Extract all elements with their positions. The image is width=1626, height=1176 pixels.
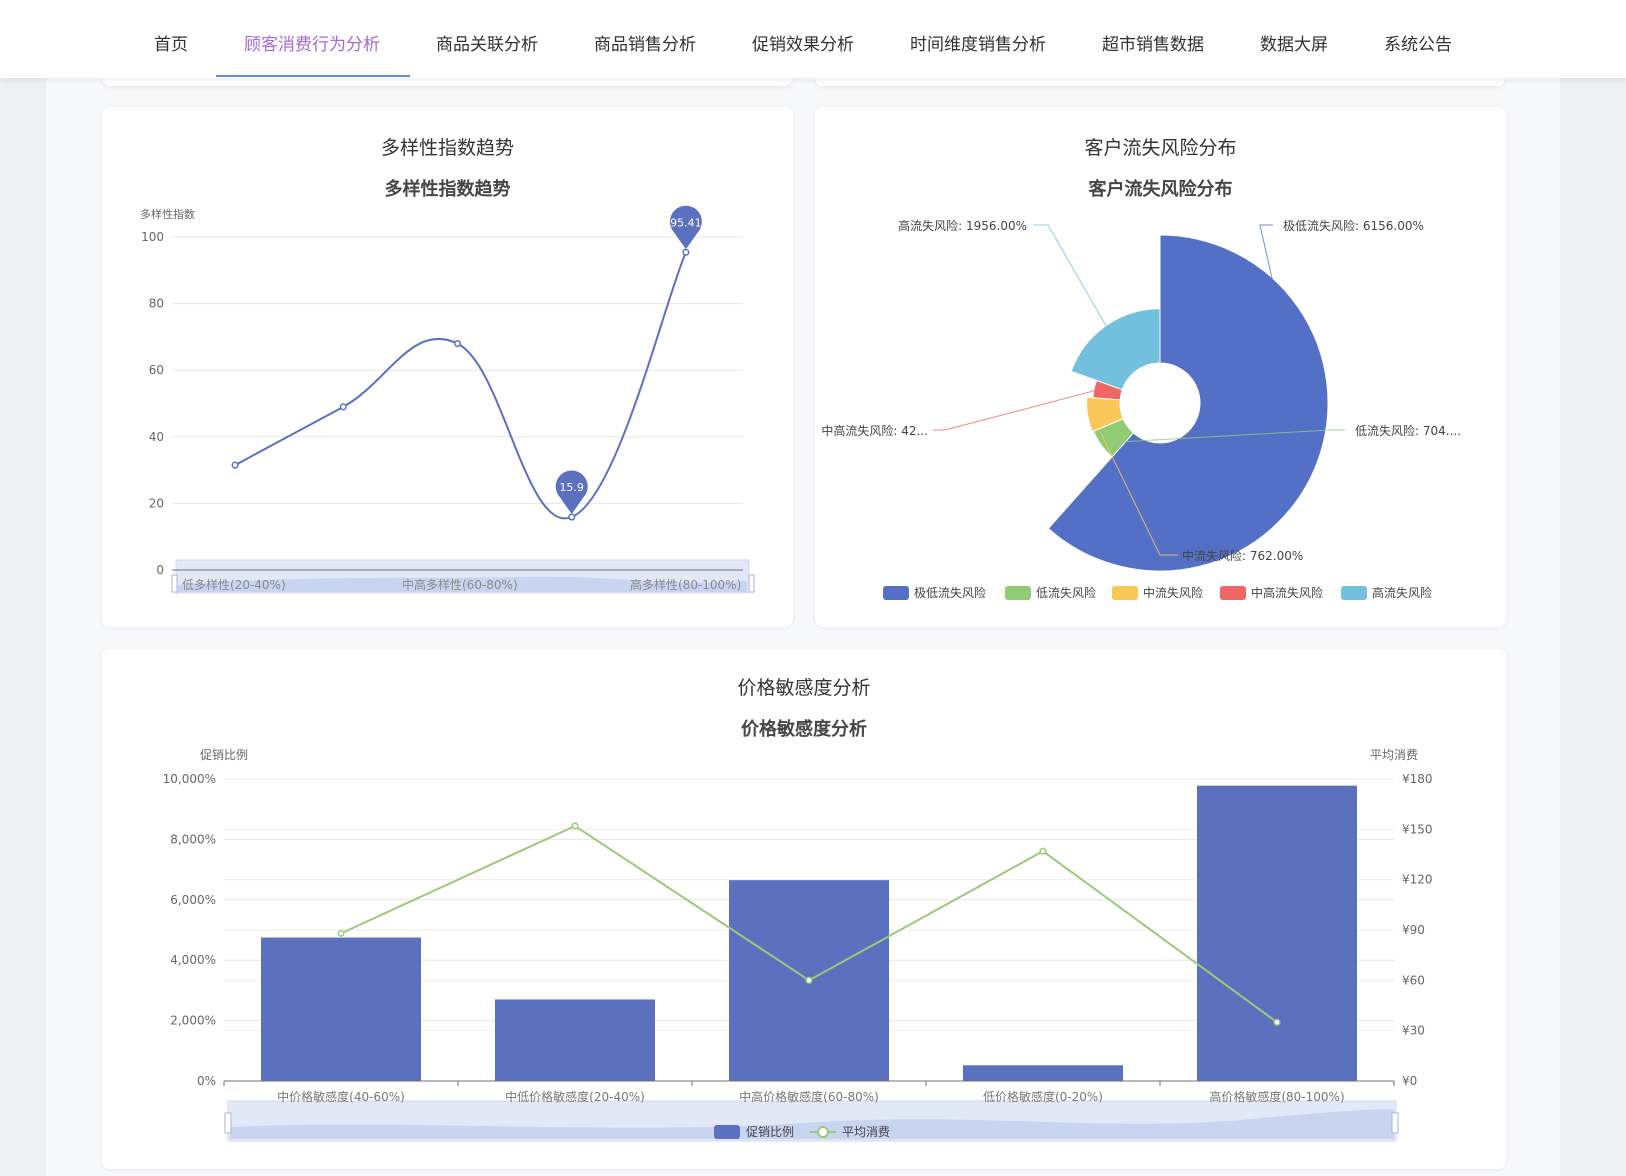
nav-item-time-sales[interactable]: 时间维度销售分析 <box>910 0 1046 78</box>
right-tick-label: ¥90 <box>1402 923 1425 937</box>
diversity-line-chart[interactable]: 多样性指数 0 20 40 60 80 100 15.9 95.41 低多样性(20-40%) 中高… <box>102 107 793 627</box>
active-tab-indicator <box>216 75 410 77</box>
slice-label: 高流失风险: 1956.00% <box>898 218 1027 233</box>
pie-slice <box>1070 308 1161 391</box>
right-axis-label: 平均消费 <box>1370 748 1418 762</box>
right-tick-label: ¥150 <box>1402 822 1433 836</box>
right-tick-label: ¥0 <box>1402 1074 1417 1088</box>
y-tick-label: 60 <box>149 363 164 377</box>
x-tick-label: 中低价格敏感度(20-40%) <box>505 1089 645 1104</box>
series-line <box>234 251 687 520</box>
y-tick-label: 40 <box>149 430 164 444</box>
legend-swatch <box>714 1125 740 1139</box>
legend-label: 促销比例 <box>746 1125 794 1139</box>
y-axis-label: 多样性指数 <box>140 207 195 221</box>
slice-label: 低流失风险: 704.... <box>1355 423 1461 438</box>
legend-swatch <box>1341 586 1367 600</box>
slice-label: 极低流失风险: 6156.00% <box>1283 218 1424 233</box>
left-tick-label: 10,000% <box>163 772 216 786</box>
legend-swatch <box>1220 586 1246 600</box>
legend-label: 极低流失风险 <box>914 585 986 600</box>
left-axis-label: 促销比例 <box>200 748 248 762</box>
diversity-card: 多样性指数趋势 多样性指数趋势 多样性指数 0 20 40 60 80 100 15.9 95.… <box>102 107 793 627</box>
price-bar-line-chart[interactable]: 促销比例 平均消费0%2,000%4,000%6,000%8,000%10,000… <box>102 649 1506 1169</box>
x-tick-label: 中高价格敏感度(60-80%) <box>739 1089 879 1104</box>
markpoint-label: 15.9 <box>559 481 584 494</box>
legend-swatch <box>883 586 909 600</box>
churn-card: 客户流失风险分布 客户流失风险分布 极低流失风险: 6156.00% 低流失风险:… <box>815 107 1506 627</box>
data-point <box>805 976 813 984</box>
churn-rose-chart[interactable]: 极低流失风险: 6156.00% 低流失风险: 704.... 中流失风险: 762… <box>815 107 1506 627</box>
x-tick-label: 高价格敏感度(80-100%) <box>1209 1089 1344 1104</box>
data-point <box>339 403 347 411</box>
x-tick-label: 中高多样性(60-80%) <box>402 577 518 592</box>
slice-label: 中高流失风险: 42... <box>821 423 928 438</box>
legend-label: 高流失风险 <box>1372 585 1432 600</box>
nav-item-product-association[interactable]: 商品关联分析 <box>436 0 538 78</box>
left-tick-label: 0% <box>197 1074 216 1088</box>
label-leader-line <box>933 389 1099 431</box>
nav-item-supermarket-data[interactable]: 超市销售数据 <box>1102 0 1204 78</box>
right-tick-label: ¥30 <box>1402 1024 1425 1038</box>
left-tick-label: 8,000% <box>170 832 216 846</box>
slice-label: 中流失风险: 762.00% <box>1182 548 1303 563</box>
x-tick-label: 中价格敏感度(40-60%) <box>277 1089 405 1104</box>
left-tick-label: 2,000% <box>170 1014 216 1028</box>
x-tick-label: 低多样性(20-40%) <box>182 577 286 592</box>
data-point <box>571 822 579 830</box>
label-leader-line <box>1033 224 1109 330</box>
price-sensitivity-card: 价格敏感度分析 价格敏感度分析 促销比例 平均消费 0% 2,000% 4,000% 6,… <box>102 649 1506 1169</box>
legend-label: 中流失风险 <box>1143 585 1203 600</box>
nav-item-home[interactable]: 首页 <box>154 0 188 78</box>
nav-item-promotion-effect[interactable]: 促销效果分析 <box>752 0 854 78</box>
top-navigation: 首页 顾客消费行为分析 商品关联分析 商品销售分析 促销效果分析 时间维度销售分… <box>0 0 1626 78</box>
bar <box>495 999 655 1081</box>
y-tick-label: 80 <box>149 297 164 311</box>
nav-item-data-screen[interactable]: 数据大屏 <box>1260 0 1328 78</box>
data-point <box>453 340 462 348</box>
y-tick-label: 20 <box>149 496 164 510</box>
x-tick-label: 低价格敏感度(0-20%) <box>983 1089 1103 1104</box>
data-point <box>1039 847 1047 855</box>
datazoom-handle-right <box>748 574 755 593</box>
bar <box>963 1065 1123 1081</box>
data-point <box>568 513 576 521</box>
datazoom-handle-left <box>224 1112 232 1134</box>
y-tick-label: 100 <box>141 230 164 244</box>
data-point <box>337 929 345 937</box>
datazoom-handle-left <box>171 574 178 593</box>
markpoint-label: 95.41 <box>670 216 702 229</box>
data-point <box>1273 1018 1281 1026</box>
legend-label: 低流失风险 <box>1036 585 1096 600</box>
datazoom-handle-right <box>1391 1112 1399 1134</box>
data-point <box>231 461 239 469</box>
legend-swatch <box>1005 586 1031 600</box>
y-tick-label: 0 <box>156 563 164 577</box>
legend-marker <box>817 1126 829 1138</box>
data-point <box>682 248 690 256</box>
x-tick-label: 高多样性(80-100%) <box>630 577 741 592</box>
right-tick-label: ¥60 <box>1402 973 1425 987</box>
right-tick-label: ¥180 <box>1402 772 1433 786</box>
bar <box>1197 785 1357 1081</box>
nav-item-product-sales[interactable]: 商品销售分析 <box>594 0 696 78</box>
left-tick-label: 4,000% <box>170 953 216 967</box>
nav-item-customer-behavior[interactable]: 顾客消费行为分析 <box>244 0 380 78</box>
bar <box>261 937 421 1081</box>
legend-label: 平均消费 <box>842 1125 890 1139</box>
legend-swatch <box>1112 586 1138 600</box>
left-tick-label: 6,000% <box>170 893 216 907</box>
right-tick-label: ¥120 <box>1402 873 1433 887</box>
nav-item-announcements[interactable]: 系统公告 <box>1384 0 1452 78</box>
legend-label: 中高流失风险 <box>1251 585 1323 600</box>
